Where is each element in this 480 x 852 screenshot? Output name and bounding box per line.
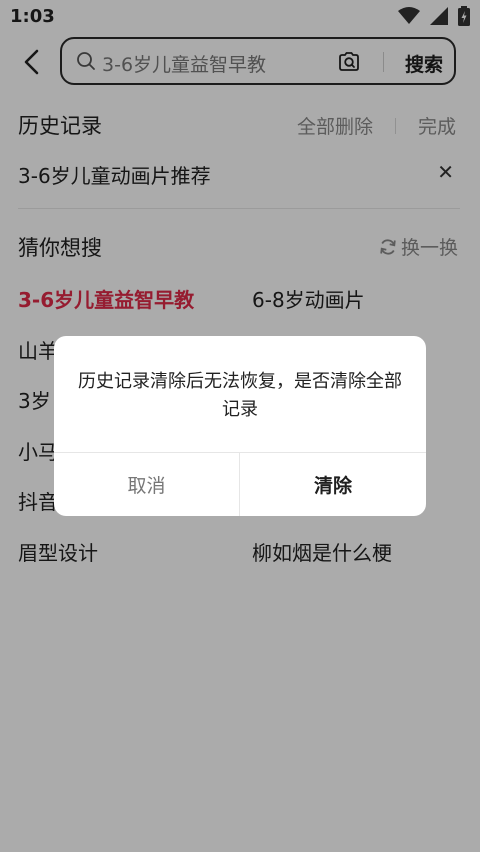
cancel-button[interactable]: 取消 [54, 452, 239, 516]
clear-button[interactable]: 清除 [240, 452, 426, 516]
dialog-message: 历史记录清除后无法恢复，是否清除全部记录 [78, 371, 402, 420]
confirm-dialog: 历史记录清除后无法恢复，是否清除全部记录 取消 清除 [54, 336, 426, 516]
